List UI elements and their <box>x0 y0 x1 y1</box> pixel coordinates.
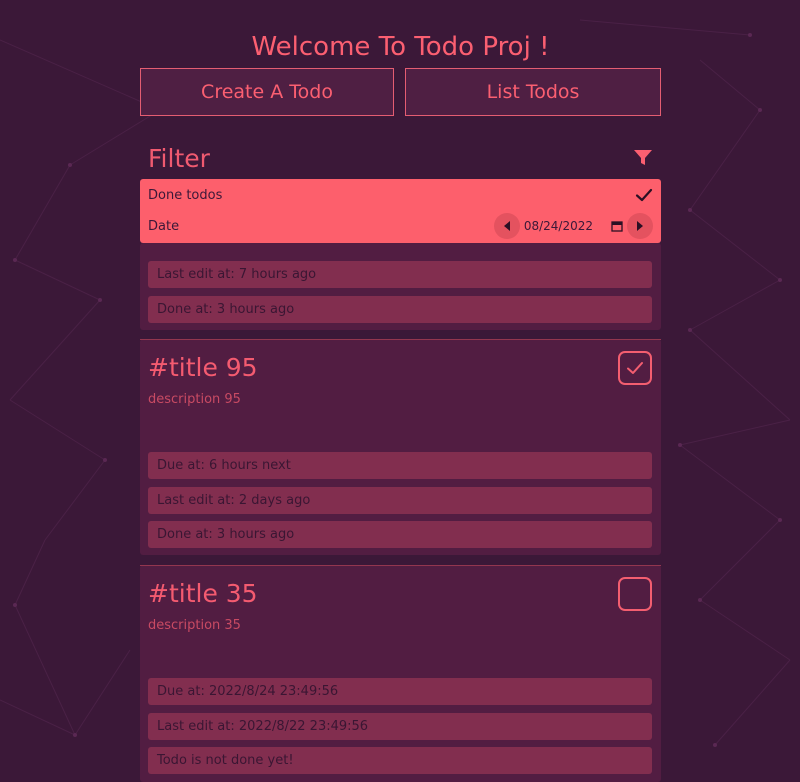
checkmark-icon[interactable] <box>635 186 653 204</box>
todo-card: #title 95 description 95 Due at: 6 hours… <box>140 339 661 555</box>
last-edit-info: Last edit at: 2022/8/22 23:49:56 <box>148 713 652 740</box>
done-checkbox[interactable] <box>618 351 652 385</box>
list-todos-button[interactable]: List Todos <box>405 68 661 116</box>
create-todo-button[interactable]: Create A Todo <box>140 68 394 116</box>
caret-right-icon <box>637 221 643 231</box>
prev-day-button[interactable] <box>493 213 520 239</box>
date-filter-row: Date 08/24/2022 <box>148 210 653 242</box>
filter-label: Filter <box>148 143 210 173</box>
date-control: 08/24/2022 <box>493 213 653 239</box>
page-title: Welcome To Todo Proj ! <box>251 32 550 62</box>
card-divider <box>140 565 661 566</box>
date-input[interactable]: 08/24/2022 <box>520 219 627 233</box>
checkmark-icon <box>627 362 643 374</box>
funnel-icon[interactable] <box>633 148 653 168</box>
caret-left-icon <box>503 221 510 231</box>
todo-title: #title 95 <box>148 353 258 382</box>
todo-title: #title 35 <box>148 579 258 608</box>
todo-card: #title 35 description 35 Due at: 2022/8/… <box>140 565 661 782</box>
date-label: Date <box>148 218 180 234</box>
done-checkbox[interactable] <box>618 577 652 611</box>
date-value: 08/24/2022 <box>523 219 593 233</box>
done-status-info: Done at: 3 hours ago <box>148 521 652 548</box>
next-day-button[interactable] <box>627 213 653 239</box>
todo-description: description 95 <box>148 392 241 407</box>
last-edit-info: Last edit at: 2 days ago <box>148 487 652 514</box>
done-status-info: Done at: 3 hours ago <box>148 296 652 323</box>
done-todos-option[interactable]: Done todos <box>148 179 653 211</box>
card-divider <box>140 339 661 340</box>
filter-header[interactable]: Filter <box>140 140 661 176</box>
todo-card: Last edit at: 7 hours ago Done at: 3 hou… <box>140 243 661 330</box>
calendar-icon[interactable] <box>611 220 623 232</box>
not-done-status-info: Todo is not done yet! <box>148 747 652 774</box>
due-info: Due at: 2022/8/24 23:49:56 <box>148 678 652 705</box>
due-info: Due at: 6 hours next <box>148 452 652 479</box>
todo-description: description 35 <box>148 618 241 633</box>
filter-panel: Done todos Date 08/24/2022 <box>140 179 661 243</box>
done-todos-label: Done todos <box>148 187 223 203</box>
last-edit-info: Last edit at: 7 hours ago <box>148 261 652 288</box>
